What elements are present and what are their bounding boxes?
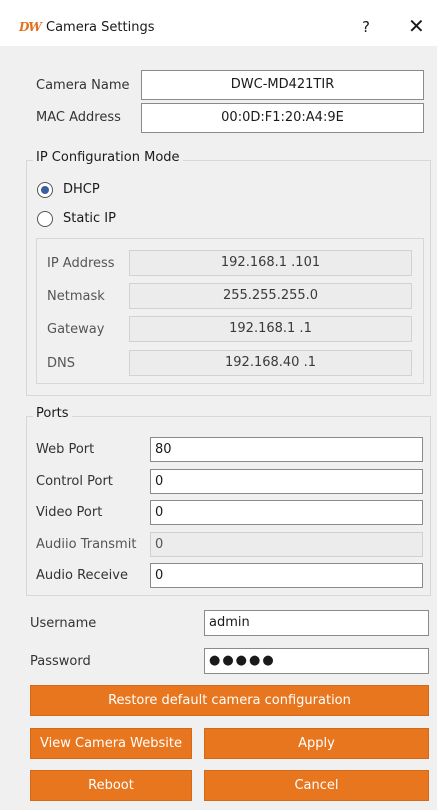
- audio-transmit-input: 0: [150, 532, 423, 557]
- audio-receive-input[interactable]: 0: [150, 563, 423, 588]
- ports-title: Ports: [33, 406, 72, 421]
- password-input[interactable]: ●●●●●: [204, 648, 429, 674]
- mac-address-field: 00:0D:F1:20:A4:9E: [141, 103, 424, 133]
- apply-button[interactable]: Apply: [204, 728, 429, 759]
- close-button[interactable]: ✕: [408, 14, 425, 38]
- cancel-button[interactable]: Cancel: [204, 770, 429, 801]
- camera-name-label: Camera Name: [36, 78, 130, 93]
- ip-config-title: IP Configuration Mode: [33, 150, 183, 165]
- view-website-button[interactable]: View Camera Website: [30, 728, 192, 759]
- audio-transmit-label: Audiio Transmit: [36, 537, 137, 552]
- dhcp-radio[interactable]: [37, 182, 53, 198]
- dw-logo: DW: [19, 20, 42, 34]
- radio-selected-dot: [41, 186, 49, 194]
- audio-receive-label: Audio Receive: [36, 568, 128, 583]
- web-port-label: Web Port: [36, 442, 95, 457]
- netmask-label: Netmask: [47, 289, 105, 304]
- video-port-input[interactable]: 0: [150, 500, 423, 525]
- control-port-label: Control Port: [36, 474, 113, 489]
- restore-defaults-button[interactable]: Restore default camera configuration: [30, 685, 429, 716]
- password-label: Password: [30, 654, 91, 669]
- username-label: Username: [30, 616, 97, 631]
- dhcp-label[interactable]: DHCP: [63, 182, 100, 197]
- netmask-field[interactable]: 255.255.255.0: [129, 283, 412, 309]
- web-port-input[interactable]: 80: [150, 437, 423, 462]
- static-ip-radio[interactable]: [37, 211, 53, 227]
- dns-field[interactable]: 192.168.40 .1: [129, 350, 412, 376]
- static-ip-label[interactable]: Static IP: [63, 211, 116, 226]
- window-title: Camera Settings: [46, 20, 155, 35]
- video-port-label: Video Port: [36, 505, 103, 520]
- camera-name-field[interactable]: DWC-MD421TIR: [141, 70, 424, 100]
- ip-address-label: IP Address: [47, 256, 115, 271]
- ip-address-field[interactable]: 192.168.1 .101: [129, 250, 412, 276]
- dns-label: DNS: [47, 356, 75, 371]
- gateway-label: Gateway: [47, 322, 105, 337]
- mac-address-label: MAC Address: [36, 110, 121, 125]
- reboot-button[interactable]: Reboot: [30, 770, 192, 801]
- help-button[interactable]: ?: [362, 18, 370, 36]
- gateway-field[interactable]: 192.168.1 .1: [129, 316, 412, 342]
- username-input[interactable]: admin: [204, 610, 429, 636]
- control-port-input[interactable]: 0: [150, 469, 423, 494]
